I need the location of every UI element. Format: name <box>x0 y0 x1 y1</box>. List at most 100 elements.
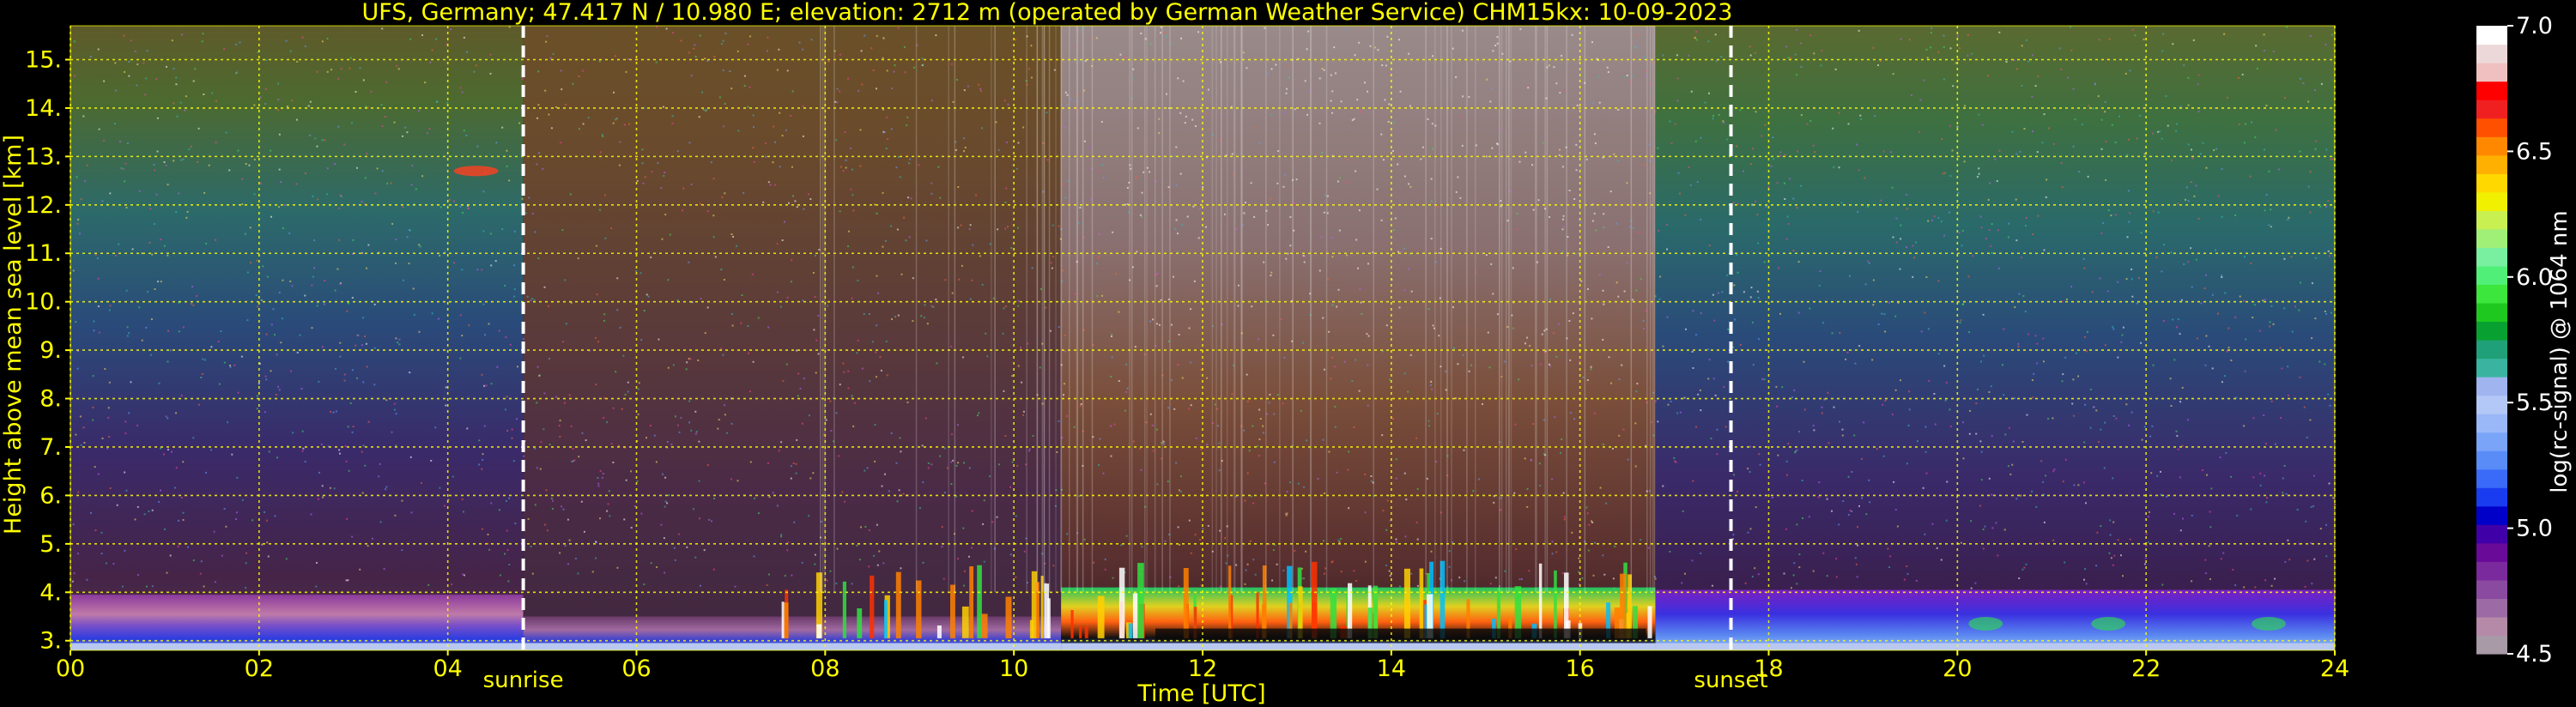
noise-speck <box>637 413 639 415</box>
noise-speck <box>508 26 511 28</box>
noise-speck <box>906 116 909 118</box>
noise-speck <box>130 39 132 42</box>
noise-speck <box>1293 202 1295 204</box>
noise-speck <box>950 345 953 347</box>
noise-speck <box>225 131 227 134</box>
noise-speck <box>513 288 516 291</box>
noise-speck <box>1635 390 1638 393</box>
noise-speck <box>2021 441 2024 443</box>
y-tick-label: 7. <box>39 434 62 461</box>
y-tick-label: 6. <box>39 482 62 509</box>
noise-speck <box>852 194 854 196</box>
noise-speck <box>1490 263 1493 265</box>
noise-speck <box>200 560 203 563</box>
daytime-noise-streak <box>1036 26 1039 593</box>
noise-speck <box>1190 552 1192 554</box>
noise-speck <box>1990 385 1992 388</box>
noise-speck <box>187 546 189 548</box>
noise-speck <box>1320 236 1323 239</box>
noise-speck <box>1324 567 1326 570</box>
noise-speck <box>1607 246 1609 248</box>
noise-speck <box>779 112 781 114</box>
noise-speck <box>1749 45 1751 48</box>
noise-speck <box>665 27 668 30</box>
noise-speck <box>2307 100 2310 103</box>
noise-speck <box>356 166 358 169</box>
daytime-noise-streak <box>1146 26 1148 593</box>
daytime-noise-streak <box>1546 26 1549 593</box>
noise-speck <box>333 487 336 490</box>
noise-speck <box>1700 312 1702 314</box>
noise-speck <box>627 381 629 384</box>
noise-speck <box>2182 517 2184 520</box>
noise-speck <box>1759 463 1761 466</box>
noise-speck <box>167 449 169 450</box>
noise-speck <box>512 460 515 462</box>
noise-speck <box>1925 276 1928 278</box>
noise-speck <box>160 281 162 283</box>
noise-speck <box>1736 145 1738 148</box>
noise-speck <box>1377 49 1379 51</box>
noise-speck <box>335 410 337 413</box>
noise-speck <box>2217 195 2220 197</box>
noise-speck <box>2328 255 2331 257</box>
noise-speck <box>124 70 125 73</box>
noise-speck <box>2221 381 2223 384</box>
noise-speck <box>680 39 682 42</box>
noise-speck <box>1982 313 1985 316</box>
noise-speck <box>536 117 538 119</box>
noise-speck <box>542 167 544 170</box>
noise-speck <box>1818 481 1821 484</box>
noise-speck <box>796 349 797 352</box>
noise-speck <box>1967 34 1969 37</box>
noise-speck <box>1572 312 1574 315</box>
noise-speck <box>1532 423 1535 426</box>
noise-speck <box>2186 419 2189 421</box>
y-axis-label: Height above mean sea level [km] <box>0 135 27 535</box>
noise-speck <box>1448 565 1451 568</box>
noise-speck <box>1877 64 1879 66</box>
noise-speck <box>2136 302 2138 305</box>
daytime-noise-streak <box>1069 26 1070 593</box>
noise-speck <box>1096 295 1099 297</box>
noise-speck <box>1170 43 1173 45</box>
noise-speck <box>972 244 974 246</box>
noise-speck <box>2197 217 2200 220</box>
noise-speck <box>903 216 906 219</box>
noise-speck <box>1787 223 1790 225</box>
noise-speck <box>466 427 469 430</box>
noise-speck <box>1262 432 1264 434</box>
noise-speck <box>563 402 566 404</box>
noise-speck <box>685 368 688 371</box>
noise-speck <box>202 33 204 35</box>
noise-speck <box>410 511 413 514</box>
noise-speck <box>1249 540 1252 542</box>
noise-speck <box>808 447 810 450</box>
noise-speck <box>1159 323 1161 326</box>
noise-speck <box>1723 122 1725 124</box>
noise-speck <box>595 336 597 339</box>
noise-speck <box>835 583 838 585</box>
convective-streak <box>1132 593 1138 638</box>
noise-speck <box>1949 408 1951 411</box>
noise-speck <box>215 100 217 102</box>
noise-speck <box>778 450 780 452</box>
noise-speck <box>1361 313 1363 315</box>
noise-speck <box>438 317 439 320</box>
noise-speck <box>1751 576 1754 578</box>
noise-speck <box>555 396 557 398</box>
colorbar-segment <box>2476 635 2507 655</box>
convective-streak <box>842 581 846 638</box>
noise-speck <box>699 517 700 520</box>
noise-speck <box>1832 127 1834 130</box>
noise-speck <box>943 447 946 450</box>
noise-speck <box>1248 450 1251 452</box>
noise-speck <box>1658 230 1660 232</box>
noise-speck <box>192 304 195 306</box>
noise-speck <box>1982 529 1985 530</box>
noise-speck <box>160 489 161 492</box>
noise-speck <box>1854 362 1857 365</box>
noise-speck <box>1561 251 1564 253</box>
noise-speck <box>963 462 965 464</box>
noise-speck <box>1716 453 1718 456</box>
